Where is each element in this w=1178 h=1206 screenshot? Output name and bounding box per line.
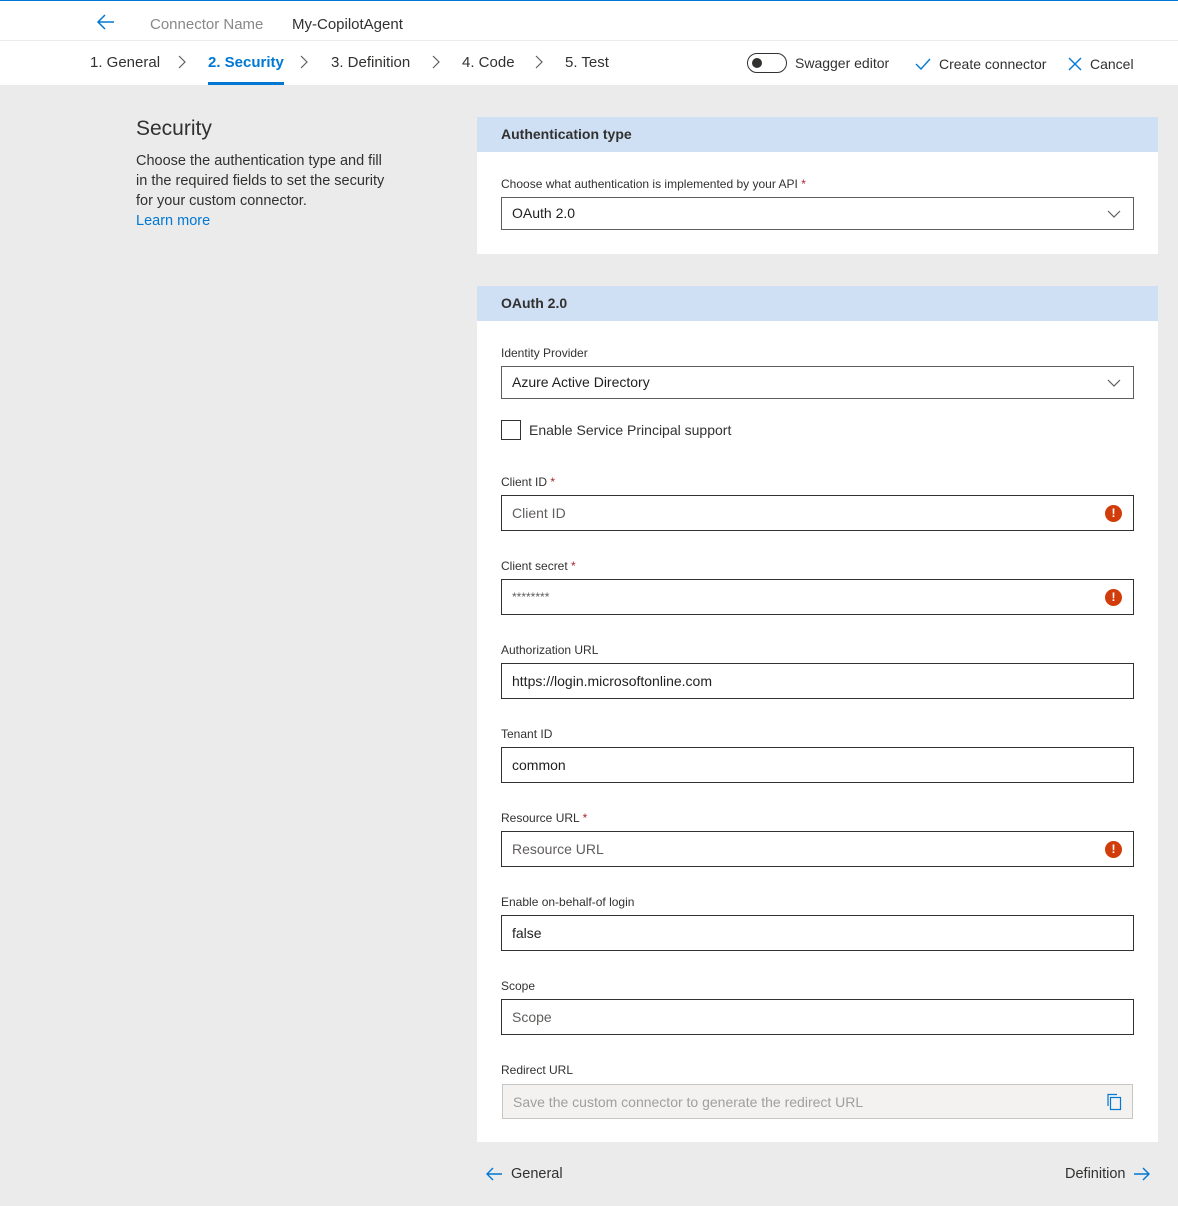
- scope-placeholder: Scope: [512, 1009, 552, 1025]
- on-behalf-of-input[interactable]: false: [501, 915, 1134, 951]
- close-icon: [1068, 57, 1082, 71]
- next-definition-button[interactable]: Definition: [1065, 1166, 1151, 1182]
- description-text: Choose the authentication type and fill …: [136, 153, 385, 209]
- section-title: Security: [136, 117, 212, 140]
- arrow-left-icon: [486, 1167, 502, 1181]
- auth-type-value: OAuth 2.0: [512, 205, 576, 221]
- step-security[interactable]: 2. Security: [208, 54, 284, 85]
- authorization-url-label: Authorization URL: [501, 643, 599, 657]
- identity-provider-value: Azure Active Directory: [512, 374, 650, 390]
- back-general-label: General: [511, 1166, 563, 1182]
- authorization-url-value: https://login.microsoftonline.com: [512, 673, 712, 689]
- next-definition-label: Definition: [1065, 1166, 1126, 1182]
- chevron-right-icon: [178, 55, 186, 69]
- authentication-type-card: Authentication type Choose what authenti…: [477, 117, 1158, 254]
- service-principal-checkbox[interactable]: [501, 420, 521, 440]
- tenant-id-value: common: [512, 757, 566, 773]
- on-behalf-of-label: Enable on-behalf-of login: [501, 895, 635, 909]
- step-code[interactable]: 4. Code: [462, 54, 515, 85]
- identity-provider-label: Identity Provider: [501, 346, 588, 360]
- back-general-button[interactable]: General: [485, 1166, 563, 1182]
- toggle-knob: [752, 58, 762, 68]
- auth-type-label: Choose what authentication is implemente…: [501, 177, 806, 191]
- resource-url-label: Resource URL *: [501, 811, 587, 825]
- resource-url-input[interactable]: Resource URL: [501, 831, 1134, 867]
- connector-name-label: Connector Name: [150, 16, 264, 33]
- client-id-input[interactable]: Client ID: [501, 495, 1134, 531]
- step-navigation: 1. General 2. Security 3. Definition 4. …: [0, 41, 1178, 85]
- client-secret-value: ********: [512, 590, 550, 604]
- error-icon: [1105, 841, 1122, 858]
- card-header: Authentication type: [477, 117, 1158, 152]
- chevron-right-icon: [535, 55, 543, 69]
- auth-type-label-text: Choose what authentication is implemente…: [501, 177, 798, 191]
- chevron-right-icon: [432, 55, 440, 69]
- scope-input[interactable]: Scope: [501, 999, 1134, 1035]
- service-principal-label: Enable Service Principal support: [529, 422, 732, 438]
- cancel-button[interactable]: Cancel: [1068, 53, 1134, 75]
- chevron-down-icon: [1107, 379, 1121, 387]
- tenant-id-label: Tenant ID: [501, 727, 553, 741]
- resource-url-label-text: Resource URL: [501, 811, 580, 825]
- error-icon: [1105, 505, 1122, 522]
- create-connector-label: Create connector: [939, 56, 1047, 72]
- redirect-url-label: Redirect URL: [501, 1063, 574, 1077]
- required-mark: *: [550, 475, 556, 489]
- arrow-right-icon: [1134, 1167, 1151, 1181]
- client-id-placeholder: Client ID: [512, 505, 566, 521]
- top-bar: Connector Name My-CopilotAgent: [0, 0, 1178, 41]
- oauth-card: OAuth 2.0 Identity Provider Azure Active…: [477, 286, 1158, 1142]
- auth-type-dropdown[interactable]: OAuth 2.0: [501, 197, 1134, 230]
- resource-url-placeholder: Resource URL: [512, 841, 604, 857]
- client-id-label-text: Client ID: [501, 475, 548, 489]
- redirect-url-placeholder: Save the custom connector to generate th…: [513, 1094, 864, 1110]
- tenant-id-input[interactable]: common: [501, 747, 1134, 783]
- client-id-label: Client ID *: [501, 475, 555, 489]
- checkmark-icon: [915, 58, 931, 71]
- scope-label: Scope: [501, 979, 536, 993]
- connector-name-value[interactable]: My-CopilotAgent: [292, 16, 403, 33]
- required-mark: *: [582, 811, 588, 825]
- step-general[interactable]: 1. General: [90, 54, 160, 85]
- create-connector-button[interactable]: Create connector: [915, 53, 1046, 75]
- card-header: OAuth 2.0: [477, 286, 1158, 321]
- client-secret-input[interactable]: ********: [501, 579, 1134, 615]
- error-icon: [1105, 589, 1122, 606]
- client-secret-label: Client secret *: [501, 559, 576, 573]
- on-behalf-of-value: false: [512, 925, 542, 941]
- swagger-editor-label: Swagger editor: [795, 55, 890, 71]
- required-mark: *: [801, 177, 806, 191]
- client-secret-label-text: Client secret: [501, 559, 568, 573]
- step-definition[interactable]: 3. Definition: [331, 54, 410, 85]
- cancel-label: Cancel: [1090, 56, 1134, 72]
- learn-more-link[interactable]: Learn more: [136, 211, 386, 231]
- section-description: Choose the authentication type and fill …: [136, 151, 386, 231]
- back-arrow-icon[interactable]: [94, 11, 118, 33]
- swagger-editor-toggle[interactable]: [747, 53, 787, 73]
- required-mark: *: [571, 559, 576, 573]
- copy-icon[interactable]: [1106, 1093, 1122, 1111]
- identity-provider-dropdown[interactable]: Azure Active Directory: [501, 366, 1134, 399]
- step-test[interactable]: 5. Test: [565, 54, 609, 85]
- chevron-right-icon: [300, 55, 308, 69]
- authorization-url-input[interactable]: https://login.microsoftonline.com: [501, 663, 1134, 699]
- redirect-url-input: Save the custom connector to generate th…: [502, 1084, 1133, 1119]
- chevron-down-icon: [1107, 210, 1121, 218]
